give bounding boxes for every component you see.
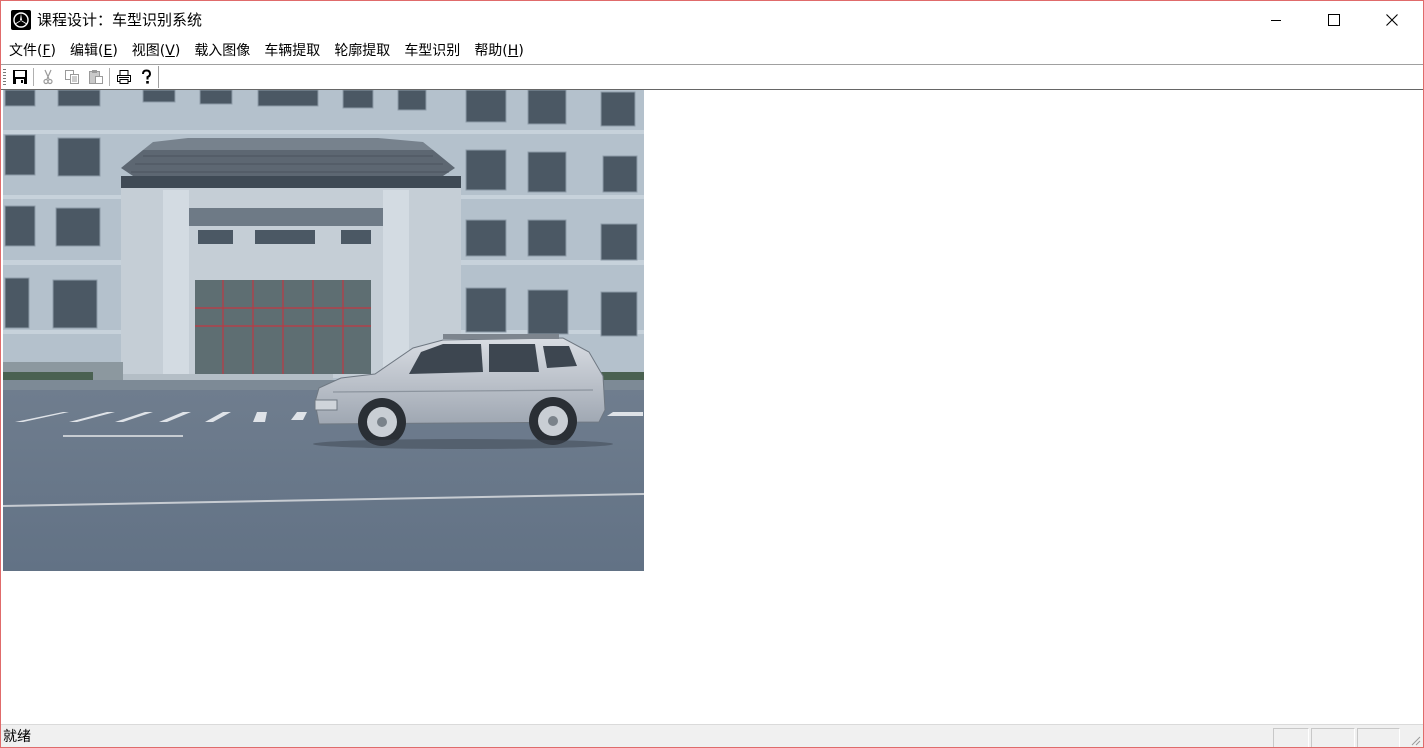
image-view[interactable] <box>1 89 1423 724</box>
save-button[interactable] <box>11 68 29 86</box>
minimize-icon <box>1271 19 1281 21</box>
title-bar[interactable]: 课程设计：车型识别系统 <box>1 1 1423 38</box>
paste-icon <box>89 70 103 84</box>
resize-grip-icon[interactable] <box>1409 734 1421 746</box>
status-text: 就绪 <box>3 729 31 745</box>
toolbar-end-border <box>158 66 159 88</box>
status-pane-2 <box>1311 728 1355 747</box>
status-pane-1 <box>1273 728 1309 747</box>
window-title: 课程设计：车型识别系统 <box>37 11 203 29</box>
status-bar: 就绪 <box>1 724 1423 747</box>
print-button[interactable] <box>115 68 133 86</box>
vehicle-photo <box>3 90 644 571</box>
close-button[interactable] <box>1363 1 1421 38</box>
menu-model-recognition[interactable]: 车型识别 <box>397 40 467 62</box>
minimize-button[interactable] <box>1247 1 1305 38</box>
close-icon <box>1386 13 1398 26</box>
paste-button[interactable] <box>87 68 105 86</box>
maximize-button[interactable] <box>1305 1 1363 38</box>
help-icon <box>142 69 152 84</box>
app-logo-icon <box>11 10 31 30</box>
copy-button[interactable] <box>63 68 81 86</box>
menu-bar: 文件(F) 编辑(E) 视图(V) 载入图像 车辆提取 轮廓提取 车型识别 帮助… <box>1 39 1423 63</box>
toolbar-separator <box>109 68 110 86</box>
help-button[interactable] <box>137 68 155 86</box>
menu-help[interactable]: 帮助(H) <box>467 40 530 62</box>
menu-view[interactable]: 视图(V) <box>125 40 188 62</box>
cut-icon <box>43 69 53 85</box>
cut-button[interactable] <box>39 68 57 86</box>
menu-edit[interactable]: 编辑(E) <box>63 40 125 62</box>
menu-load-image[interactable]: 载入图像 <box>187 40 257 62</box>
menu-file[interactable]: 文件(F) <box>1 40 63 62</box>
save-icon <box>13 70 27 84</box>
copy-icon <box>65 70 79 84</box>
application-window: 课程设计：车型识别系统 文件(F) 编辑(E) 视图(V) 载入图像 车辆提取 … <box>0 0 1424 748</box>
status-pane-3 <box>1357 728 1400 747</box>
print-icon <box>117 70 131 84</box>
toolbar-separator <box>33 68 34 86</box>
toolbar <box>1 64 1423 90</box>
maximize-icon <box>1328 13 1340 26</box>
menu-contour-extract[interactable]: 轮廓提取 <box>327 40 397 62</box>
menu-vehicle-extract[interactable]: 车辆提取 <box>257 40 327 62</box>
toolbar-gripper[interactable] <box>3 69 6 85</box>
